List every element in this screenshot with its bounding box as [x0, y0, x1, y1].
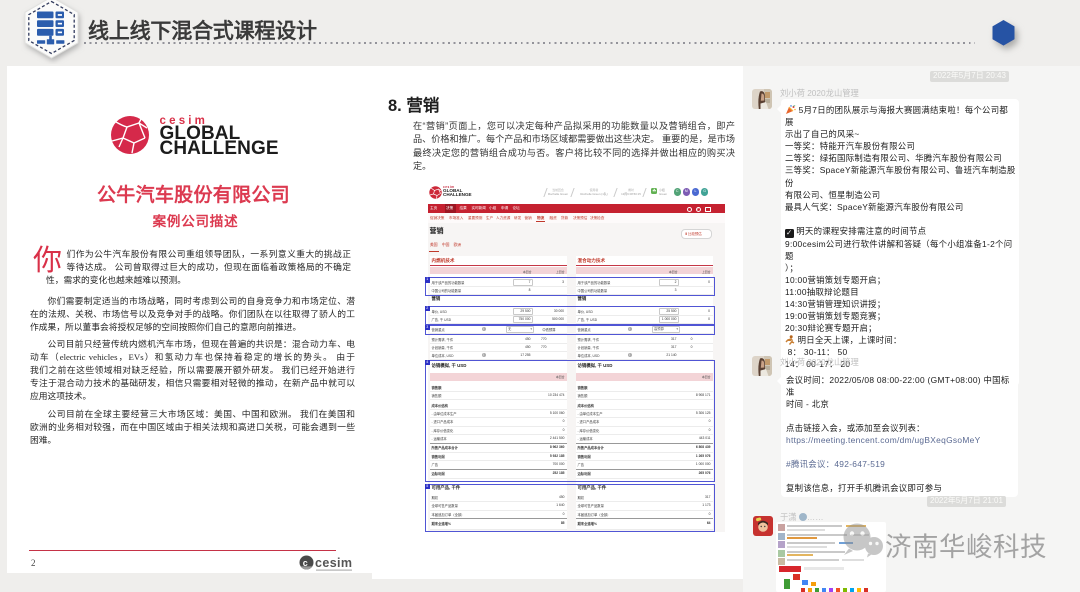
svg-text:cesim: cesim — [315, 556, 352, 570]
svg-text:c: c — [303, 558, 308, 568]
